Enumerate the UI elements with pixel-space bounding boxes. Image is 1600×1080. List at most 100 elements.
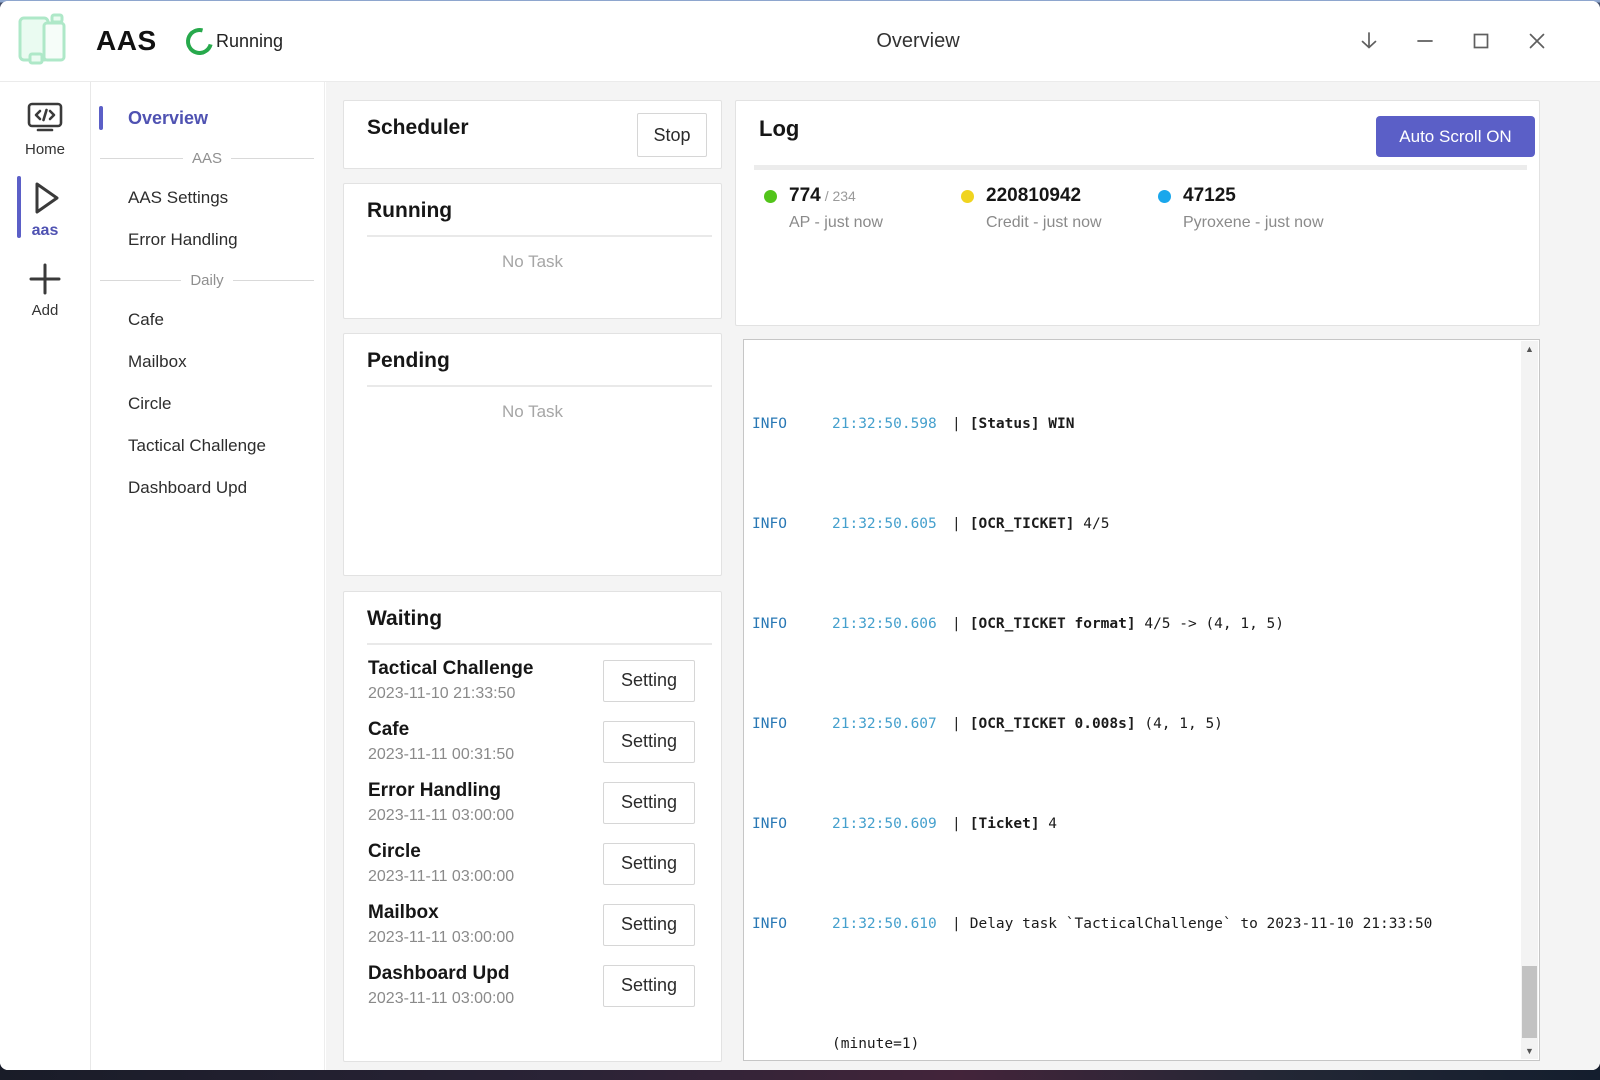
log-timestamp: 21:32:50.609 [832, 814, 940, 834]
waiting-task-list: Tactical Challenge 2023-11-10 21:33:50 S… [344, 645, 721, 1016]
pending-title: Pending [344, 334, 721, 373]
stat-dot-icon [961, 190, 974, 203]
log-message: [OCR_TICKET] 4/5 [970, 516, 1110, 532]
log-timestamp: 21:32:50.607 [832, 714, 940, 734]
sidebar-item[interactable]: AAS Settings [92, 177, 324, 219]
stat-text: 47125 Pyroxene - just now [1183, 185, 1324, 232]
sidebar-item[interactable]: Tactical Challenge [92, 425, 324, 467]
log-level: INFO [752, 514, 832, 534]
setting-button[interactable]: Setting [603, 782, 695, 824]
sidebar-item[interactable]: Error Handling [92, 219, 324, 261]
waiting-task-row: Circle 2023-11-11 03:00:00 Setting [344, 833, 721, 894]
pending-empty-text: No Task [344, 402, 721, 422]
waiting-card: Waiting Tactical Challenge 2023-11-10 21… [343, 591, 722, 1062]
scroll-down-arrow-icon[interactable]: ▼ [1521, 1046, 1538, 1056]
maximize-button[interactable] [1467, 27, 1495, 55]
resource-stat: 220810942 Credit - just now [961, 185, 1158, 232]
log-segment: [OCR_TICKET format] [970, 616, 1136, 632]
log-timestamp: 21:32:50.598 [832, 414, 940, 434]
stat-text: 774/ 234 AP - just now [789, 185, 883, 232]
log-message: (minute=1) [752, 1036, 919, 1052]
log-level: INFO [752, 714, 832, 734]
rail-item-label: aas [0, 222, 90, 240]
setting-button[interactable]: Setting [603, 721, 695, 763]
sidebar-section-label: AAS [192, 150, 222, 167]
window-controls [1355, 1, 1551, 81]
log-line: INFO21:32:50.605|[OCR_TICKET] 4/5 [752, 514, 1521, 534]
log-segment: 4/5 [1075, 516, 1110, 532]
app-rail: Home aas Add [0, 82, 91, 1070]
sidebar-item[interactable]: Dashboard Upd [92, 467, 324, 509]
log-line: INFO21:32:50.609|[Ticket] 4 [752, 814, 1521, 834]
rail-item-add[interactable]: Add [0, 246, 90, 325]
waiting-task-row: Dashboard Upd 2023-11-11 03:00:00 Settin… [344, 955, 721, 1016]
waiting-task-next-run: 2023-11-11 00:31:50 [368, 746, 514, 764]
stop-button[interactable]: Stop [637, 113, 707, 157]
setting-button[interactable]: Setting [603, 965, 695, 1007]
scroll-up-arrow-icon[interactable]: ▲ [1521, 344, 1538, 354]
waiting-task-next-run: 2023-11-11 03:00:00 [368, 929, 514, 947]
waiting-task-info: Mailbox 2023-11-11 03:00:00 [368, 902, 514, 947]
log-line: INFO21:32:50.606|[OCR_TICKET format] 4/5… [752, 614, 1521, 634]
rail-item-label: Home [0, 141, 90, 158]
sidebar-item[interactable]: Overview [92, 97, 324, 139]
log-line-continuation: (minute=1) [752, 1034, 1521, 1054]
auto-scroll-toggle-button[interactable]: Auto Scroll ON [1376, 116, 1535, 157]
card-divider [367, 385, 712, 387]
log-segment: 4 [1040, 816, 1057, 832]
log-segment: [Status] WIN [970, 416, 1075, 432]
pending-card: Pending No Task [343, 333, 722, 576]
rail-item-aas[interactable]: aas [0, 164, 90, 246]
stat-dot-icon [764, 190, 777, 203]
log-timestamp: 21:32:50.606 [832, 614, 940, 634]
log-message: [Ticket] 4 [970, 816, 1057, 832]
waiting-task-row: Cafe 2023-11-11 00:31:50 Setting [344, 711, 721, 772]
setting-button[interactable]: Setting [603, 660, 695, 702]
waiting-task-row: Error Handling 2023-11-11 03:00:00 Setti… [344, 772, 721, 833]
waiting-task-name: Dashboard Upd [368, 963, 514, 985]
log-separator: | [952, 914, 961, 934]
running-status-label: Running [216, 31, 283, 52]
card-divider [754, 165, 1527, 170]
log-separator: | [952, 414, 961, 434]
config-sidebar: Overview AAS AAS Settings Error Handling [92, 82, 325, 1070]
log-segment: Delay task `TacticalChallenge` to 2023-1… [970, 916, 1433, 932]
log-segment: [OCR_TICKET] [970, 516, 1075, 532]
log-message: [OCR_TICKET format] 4/5 -> (4, 1, 5) [970, 616, 1284, 632]
resource-stat: 774/ 234 AP - just now [764, 185, 961, 232]
sidebar-item[interactable]: Cafe [92, 299, 324, 341]
log-console[interactable]: INFO21:32:50.598|[Status] WIN INFO21:32:… [743, 339, 1540, 1061]
scrollbar-thumb[interactable] [1522, 966, 1537, 1038]
setting-button[interactable]: Setting [603, 904, 695, 946]
log-message: Delay task `TacticalChallenge` to 2023-1… [970, 916, 1433, 932]
stat-label: Credit - just now [986, 214, 1102, 232]
log-title: Log [759, 116, 799, 142]
setting-button[interactable]: Setting [603, 843, 695, 885]
app-window: AAS Running Overview [0, 1, 1600, 1070]
log-timestamp: 21:32:50.610 [832, 914, 940, 934]
stat-value: 774 [789, 185, 821, 206]
minimize-button[interactable] [1411, 27, 1439, 55]
code-monitor-icon [0, 101, 90, 137]
sidebar-section-divider: Daily [92, 261, 324, 299]
log-line: INFO21:32:50.607|[OCR_TICKET 0.008s] (4,… [752, 714, 1521, 734]
waiting-task-name: Error Handling [368, 780, 514, 802]
card-divider [367, 235, 712, 237]
waiting-task-row: Tactical Challenge 2023-11-10 21:33:50 S… [344, 650, 721, 711]
minimize-to-tray-button[interactable] [1355, 27, 1383, 55]
log-separator: | [952, 614, 961, 634]
log-scrollbar[interactable]: ▲ ▼ [1521, 341, 1538, 1059]
plus-icon [0, 260, 90, 298]
scheduler-card: Scheduler Stop [343, 100, 722, 169]
rail-item-home[interactable]: Home [0, 87, 90, 164]
waiting-task-name: Mailbox [368, 902, 514, 924]
close-button[interactable] [1523, 27, 1551, 55]
sidebar-item[interactable]: Circle [92, 383, 324, 425]
log-separator: | [952, 714, 961, 734]
waiting-task-row: Mailbox 2023-11-11 03:00:00 Setting [344, 894, 721, 955]
title-bar: AAS Running Overview [0, 1, 1600, 82]
log-output: INFO21:32:50.598|[Status] WIN INFO21:32:… [745, 341, 1521, 1059]
app-logo-icon [10, 10, 72, 72]
running-empty-text: No Task [344, 252, 721, 272]
sidebar-item[interactable]: Mailbox [92, 341, 324, 383]
